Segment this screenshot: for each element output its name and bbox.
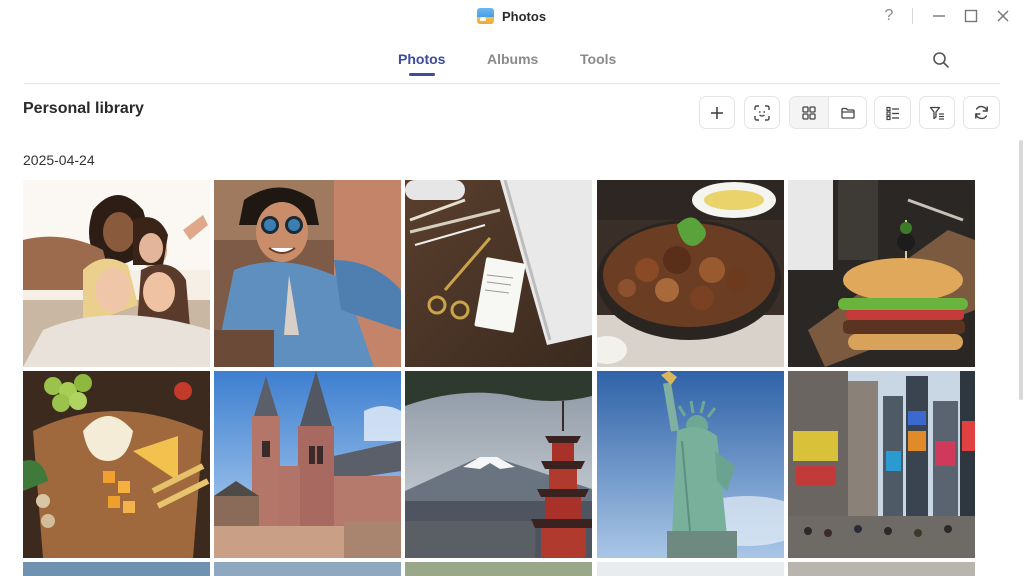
add-button[interactable] xyxy=(699,96,735,129)
photo-thumbnail-city-street[interactable] xyxy=(788,371,975,558)
photo-fuji xyxy=(405,371,592,558)
tab-tools[interactable]: Tools xyxy=(580,51,616,67)
photo-cheese-board xyxy=(23,371,210,558)
filter-icon xyxy=(929,106,944,120)
refresh-icon xyxy=(975,105,988,120)
photos-app-icon xyxy=(477,8,494,24)
photo-thumbnail-man-selfie[interactable] xyxy=(214,180,401,367)
grid-view-icon xyxy=(802,105,816,120)
photo-thumbnail-row3-4[interactable] xyxy=(597,562,784,576)
photo-thumbnail-cheese-board[interactable] xyxy=(23,371,210,558)
minimize-icon[interactable] xyxy=(926,4,952,28)
photo-thumbnail-row3-2[interactable] xyxy=(214,562,401,576)
close-icon[interactable] xyxy=(990,4,1016,28)
photo-thumbnail-cathedral[interactable] xyxy=(214,371,401,558)
photo-thumbnail-burger[interactable] xyxy=(788,180,975,367)
filter-button[interactable] xyxy=(919,96,955,129)
date-group-label: 2025-04-24 xyxy=(23,152,95,168)
list-options-button[interactable] xyxy=(874,96,911,129)
photo-cathedral xyxy=(214,371,401,558)
page-title: Personal library xyxy=(23,100,144,117)
photo-burger xyxy=(788,180,975,367)
photo-group-selfie xyxy=(23,180,210,367)
photo-partial-icon xyxy=(214,562,401,576)
main-tabs: Photos Albums Tools xyxy=(24,36,1000,84)
photo-thumbnail-liberty[interactable] xyxy=(597,371,784,558)
photo-desk xyxy=(405,180,592,367)
photo-thumbnail-desk[interactable] xyxy=(405,180,592,367)
photo-liberty xyxy=(597,371,784,558)
plus-icon xyxy=(711,106,723,119)
help-icon[interactable]: ? xyxy=(876,4,902,28)
photo-partial-icon xyxy=(405,562,592,576)
refresh-button[interactable] xyxy=(963,96,1000,129)
photo-thumbnail-fuji[interactable] xyxy=(405,371,592,558)
app-title: Photos xyxy=(477,6,546,26)
photo-thumbnail-friends-selfie[interactable] xyxy=(23,180,210,367)
title-bar-divider xyxy=(912,8,913,24)
view-mode-toggle xyxy=(789,96,867,129)
photo-partial-icon xyxy=(597,562,784,576)
tab-photos[interactable]: Photos xyxy=(398,51,445,67)
photo-man-selfie xyxy=(214,180,401,367)
scrollbar[interactable] xyxy=(1019,140,1023,400)
photo-thumbnail-food-plate[interactable] xyxy=(597,180,784,367)
grid-view-button[interactable] xyxy=(790,97,828,128)
photo-thumbnail-row3-1[interactable] xyxy=(23,562,210,576)
photo-thumbnail-row3-3[interactable] xyxy=(405,562,592,576)
folder-view-icon xyxy=(840,107,855,119)
photo-thumbnail-row3-5[interactable] xyxy=(788,562,975,576)
search-icon[interactable] xyxy=(930,49,952,71)
photo-partial-icon xyxy=(788,562,975,576)
face-scan-icon xyxy=(754,104,770,121)
photo-city-street xyxy=(788,371,975,558)
folder-view-button[interactable] xyxy=(828,97,866,128)
title-bar: Photos ? xyxy=(0,0,1024,32)
list-options-icon xyxy=(885,106,899,120)
app-title-text: Photos xyxy=(502,8,547,24)
photo-food-plate xyxy=(597,180,784,367)
maximize-icon[interactable] xyxy=(958,4,984,28)
active-tab-indicator xyxy=(409,73,435,76)
tab-albums[interactable]: Albums xyxy=(487,51,538,67)
face-scan-button[interactable] xyxy=(744,96,780,129)
photo-partial-icon xyxy=(23,562,210,576)
